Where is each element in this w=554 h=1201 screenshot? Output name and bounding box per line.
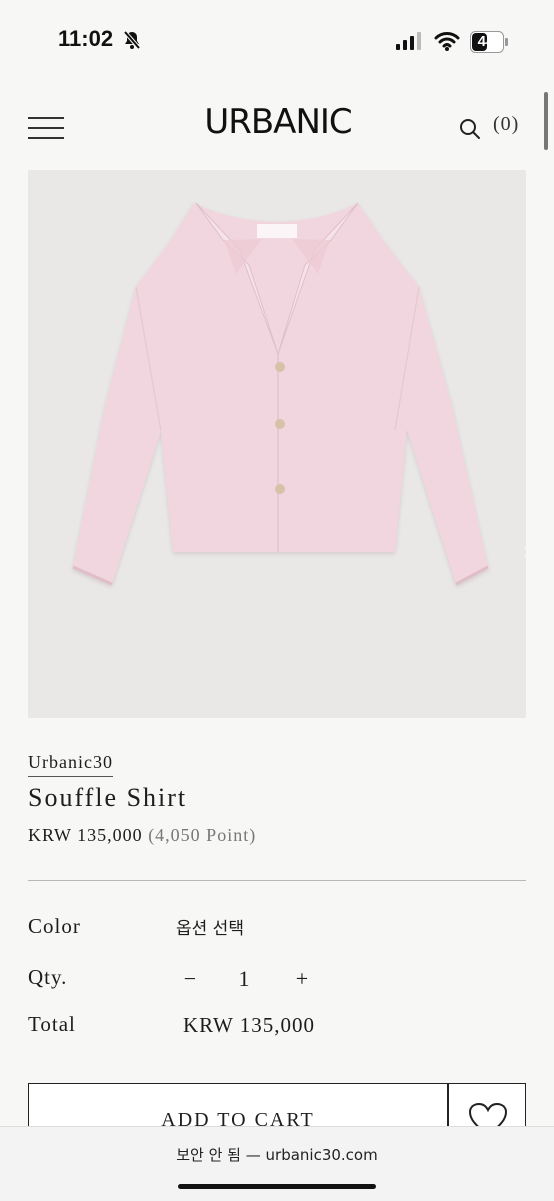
hamburger-menu-icon[interactable] [28,117,64,139]
status-bar: 11:02 44 [0,0,554,84]
color-option-selector[interactable]: 옵션 선택 [176,914,244,939]
page-scrollbar[interactable] [544,92,548,150]
battery-icon: 44 [470,31,510,58]
product-image-carousel[interactable]: › [28,170,526,718]
silent-bell-icon [123,30,141,50]
urbanic-logo[interactable]: URBANIC [190,102,366,142]
quantity-decrease-button[interactable]: − [178,966,202,992]
site-header: URBANIC (0) [0,84,554,170]
cellular-signal-icon [396,32,421,50]
product-price: KRW 135,000 [28,825,143,845]
quantity-label: Qty. [28,965,68,989]
browser-security-url[interactable]: 보안 안 됨 — urbanic30.com [0,1144,554,1165]
reward-points: (4,050 Point) [148,825,257,845]
total-price: KRW 135,000 [183,1013,315,1037]
home-indicator[interactable] [178,1184,376,1189]
cart-count-button[interactable]: (0) [493,113,519,136]
next-image-chevron-icon[interactable]: › [522,534,526,566]
battery-percentage: 44 [477,33,495,50]
price-row: KRW 135,000 (4,050 Point) [28,825,256,846]
brand-link[interactable]: Urbanic30 [28,752,113,777]
search-icon[interactable] [458,117,482,141]
section-divider [28,880,526,881]
status-time: 11:02 [58,26,114,51]
wifi-icon [434,32,460,51]
total-label: Total [28,1012,76,1036]
color-label: Color [28,914,81,938]
pink-shirt-image [72,202,489,586]
quantity-increase-button[interactable]: + [290,966,314,992]
quantity-value: 1 [238,966,250,991]
product-name: Souffle Shirt [28,783,188,812]
